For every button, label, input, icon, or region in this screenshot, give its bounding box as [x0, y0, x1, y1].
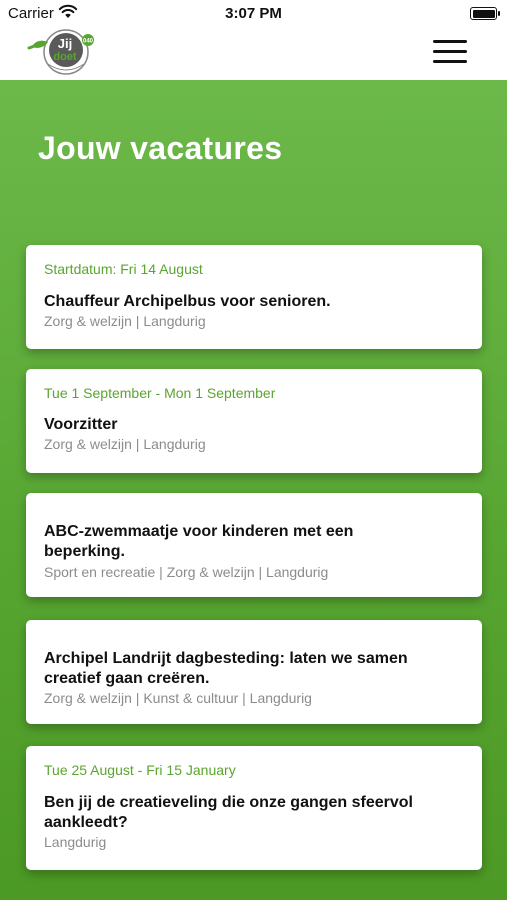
vacancy-title: ABC-zwemmaatje voor kinderen met een bep…	[44, 523, 354, 560]
logo-badge: 040	[83, 39, 94, 45]
vacancy-tags: Langdurig	[44, 834, 107, 850]
vacancy-title: Chauffeur Archipelbus voor senioren.	[44, 293, 331, 310]
battery-icon	[470, 7, 500, 20]
vacancy-title: Ben jij de creatieveling die onze gangen…	[44, 794, 413, 831]
vacancy-tags: Zorg & welzijn | Langdurig	[44, 436, 206, 452]
status-bar: Carrier 3:07 PM	[0, 0, 507, 26]
main-content: Jouw vacatures Startdatum: Fri 14 August…	[0, 80, 507, 900]
vacancy-card[interactable]: Tue 25 August - Fri 15 January Ben jij d…	[26, 746, 482, 870]
vacancy-card[interactable]: ABC-zwemmaatje voor kinderen met een bep…	[26, 493, 482, 597]
logo-text-top: Jij	[58, 36, 72, 51]
clock: 3:07 PM	[225, 5, 282, 22]
logo-text-bottom: doet	[53, 51, 77, 63]
vacancy-title: Voorzitter	[44, 416, 118, 433]
vacancy-card[interactable]: Tue 1 September - Mon 1 September Voorzi…	[26, 369, 482, 473]
vacancy-card[interactable]: Archipel Landrijt dagbesteding: laten we…	[26, 620, 482, 724]
vacancy-date: Startdatum: Fri 14 August	[44, 261, 203, 277]
vacancy-date: Tue 25 August - Fri 15 January	[44, 762, 236, 778]
hamburger-menu-icon[interactable]	[433, 40, 467, 64]
vacancy-title: Archipel Landrijt dagbesteding: laten we…	[44, 650, 408, 687]
battery-level	[472, 9, 495, 18]
jij-doet-logo[interactable]: Jij doet 040	[26, 26, 102, 85]
vacancy-tags: Zorg & welzijn | Langdurig	[44, 313, 206, 329]
vacancy-date: Tue 1 September - Mon 1 September	[44, 385, 276, 401]
vacancy-tags: Zorg & welzijn | Kunst & cultuur | Langd…	[44, 690, 312, 706]
page-title: Jouw vacatures	[38, 130, 283, 166]
nav-bar: Jij doet 040	[0, 26, 507, 80]
vacancy-tags: Sport en recreatie | Zorg & welzijn | La…	[44, 564, 329, 580]
vacancy-card[interactable]: Startdatum: Fri 14 August Chauffeur Arch…	[26, 245, 482, 349]
